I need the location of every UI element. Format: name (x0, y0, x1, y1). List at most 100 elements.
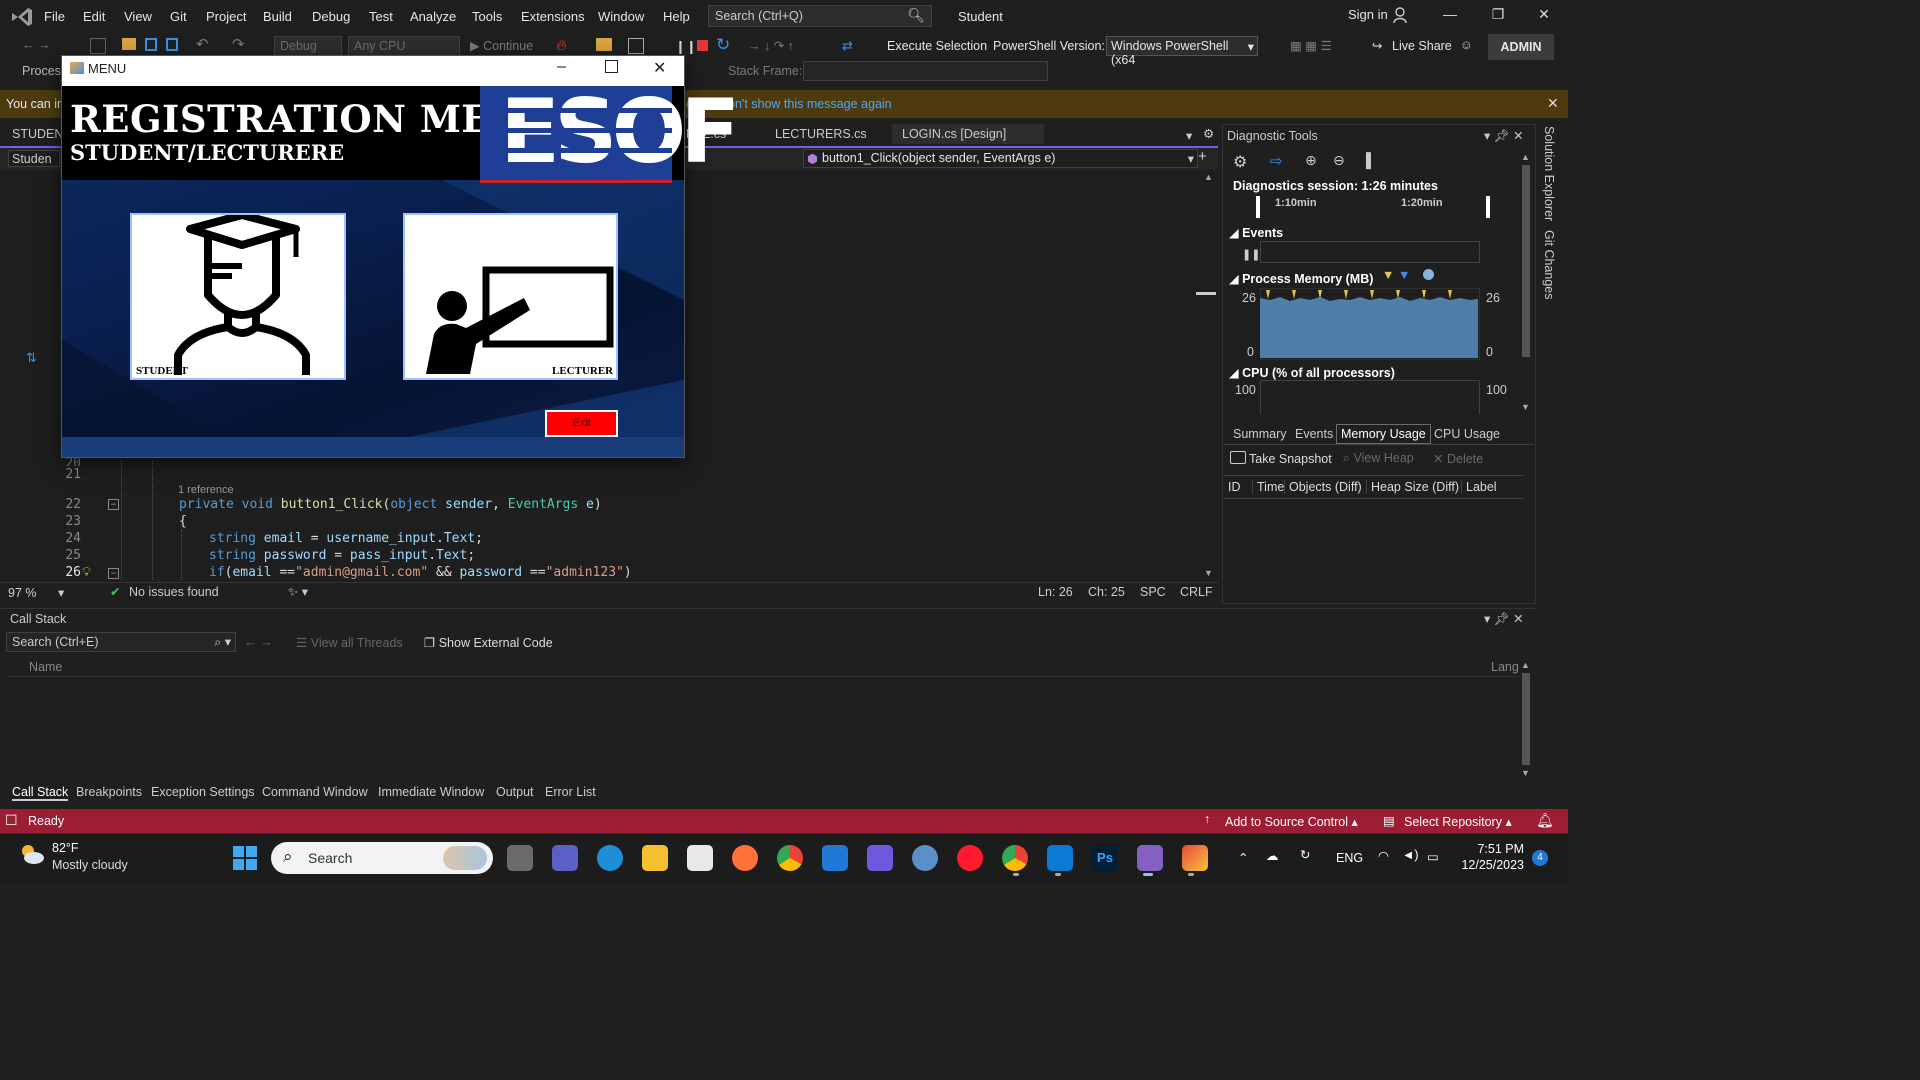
show-external-code-button[interactable]: ❐ Show External Code (424, 635, 553, 650)
column-lang[interactable]: Lang (1491, 660, 1519, 674)
column-time[interactable]: Time (1252, 480, 1284, 494)
tray-overflow-icon[interactable]: ⌃ (1238, 850, 1248, 865)
cpu-section-header[interactable]: ◢ CPU (% of all processors) (1229, 365, 1395, 380)
pause-icon[interactable]: ❚❚ (1242, 248, 1260, 261)
hot-reload-icon[interactable]: 🔥︎ (556, 37, 567, 54)
stop-icon[interactable] (697, 40, 708, 51)
menu-item-git[interactable]: Git (170, 9, 187, 24)
cpu-graph[interactable] (1260, 380, 1480, 414)
clock-time[interactable]: 7:51 PM (1468, 842, 1524, 856)
collapse-icon[interactable]: − (108, 499, 119, 510)
take-snapshot-button[interactable]: Take Snapshot (1249, 452, 1332, 466)
call-stack-search[interactable]: Search (Ctrl+E) ⌕ ▾ (6, 632, 236, 652)
view-all-threads-button[interactable]: ☰ View all Threads (296, 635, 403, 650)
restore-button[interactable]: ❐ (1484, 6, 1512, 28)
menu-item-project[interactable]: Project (206, 9, 246, 24)
form-close-button[interactable]: ✕ (653, 58, 666, 78)
windows-start-icon[interactable] (232, 845, 258, 871)
scroll-up-icon[interactable]: ▲ (1204, 172, 1213, 182)
search-input[interactable]: Search (Ctrl+Q) 🔍︎ (708, 5, 932, 27)
restart-icon[interactable]: ↻ (716, 35, 730, 55)
feedback-icon[interactable]: ☺ (1460, 38, 1473, 52)
delete-button[interactable]: ✕ Delete (1433, 451, 1483, 466)
events-section-header[interactable]: ◢ Events (1229, 225, 1283, 240)
opera-icon[interactable] (957, 845, 983, 871)
exit-button[interactable]: Exit (545, 410, 618, 437)
diag-scroll-down-icon[interactable]: ▼ (1521, 402, 1530, 412)
view-heap-button[interactable]: ⌕ View Heap (1343, 451, 1414, 466)
settings-gear-icon[interactable]: ⚙ (1233, 152, 1247, 172)
column-indicator[interactable]: Ch: 25 (1088, 585, 1125, 599)
no-issues-status[interactable]: No issues found (129, 585, 219, 599)
dont-show-again-link[interactable]: Don't show this message again (719, 97, 892, 111)
panel-options-icons[interactable]: ▾ 📌︎ ✕ (1484, 128, 1524, 144)
redo-icon[interactable]: ↷ (232, 35, 245, 53)
git-changes-tab[interactable]: Git Changes (1542, 230, 1556, 299)
notifications-icon[interactable]: 🔔︎ (1536, 812, 1554, 829)
taskbar-search[interactable]: ⌕ Search (271, 842, 493, 874)
scroll-thumb[interactable] (1196, 292, 1216, 295)
call-stack-scroll-thumb[interactable] (1522, 673, 1530, 765)
menu-item-file[interactable]: File (44, 9, 65, 24)
select-repository-button[interactable]: Select Repository ▴ (1404, 814, 1512, 829)
stack-frame-select[interactable] (803, 61, 1048, 81)
member-dropdown[interactable]: ⬢ button1_Click(object sender, EventArgs… (803, 149, 1198, 168)
save-icon[interactable] (145, 38, 157, 51)
menu-item-help[interactable]: Help (663, 9, 690, 24)
mail-icon[interactable] (822, 845, 848, 871)
close-window-button[interactable]: ✕ (1530, 6, 1558, 28)
reference-codelens[interactable]: 1 reference (178, 484, 234, 496)
sign-in-link[interactable]: Sign in (1348, 7, 1388, 22)
diag-scroll-thumb[interactable] (1522, 165, 1530, 357)
tab-call-stack[interactable]: Call Stack (12, 785, 69, 801)
tab-events[interactable]: Events (1291, 427, 1337, 441)
wifi-icon[interactable]: ◠ (1378, 848, 1389, 863)
clock-date[interactable]: 12/25/2023 (1460, 858, 1524, 872)
zoom-in-icon[interactable]: ⊕ (1305, 152, 1317, 169)
pause-icon[interactable]: ❙❙ (675, 39, 697, 55)
tab-memory-usage[interactable]: Memory Usage (1336, 424, 1431, 444)
column-id[interactable]: ID (1228, 480, 1241, 494)
project-dropdown[interactable]: Studen (8, 150, 60, 167)
teams-icon[interactable] (552, 845, 578, 871)
admin-badge[interactable]: ADMIN (1488, 34, 1554, 60)
running-app-icon[interactable] (1182, 845, 1208, 871)
onedrive-icon[interactable]: ☁ (1266, 848, 1279, 863)
account-icon[interactable] (1392, 6, 1410, 24)
notification-badge[interactable]: 4 (1532, 850, 1548, 866)
solution-explorer-tab[interactable]: Solution Explorer (1542, 126, 1556, 221)
network-app-icon[interactable] (912, 845, 938, 871)
powershell-version-select[interactable]: Windows PowerShell (x64 ▾ (1106, 36, 1258, 67)
column-name[interactable]: Name (29, 660, 62, 674)
battery-icon[interactable]: ▭ (1427, 849, 1439, 864)
sync-icon[interactable]: ↻ (1300, 847, 1310, 862)
screenshot-icon[interactable] (628, 38, 644, 54)
tab-overflow-icon[interactable]: ▾ (1186, 128, 1192, 143)
split-editor-icon[interactable]: + (1198, 148, 1207, 165)
menu-item-build[interactable]: Build (263, 9, 292, 24)
tab-error-list[interactable]: Error List (545, 785, 596, 799)
nav-arrows-icon[interactable]: ← → (244, 635, 272, 649)
menu-item-tools[interactable]: Tools (472, 9, 502, 24)
form-maximize-button[interactable] (605, 60, 618, 73)
editor-scrollbar[interactable] (1200, 172, 1214, 580)
line-indicator[interactable]: Ln: 26 (1038, 585, 1073, 599)
code-cleanup-icon[interactable]: ✨︎ ▾ (288, 584, 308, 600)
process-memory-header[interactable]: ◢ Process Memory (MB) (1229, 271, 1373, 286)
tab-login-design[interactable]: LOGIN.cs [Design] (892, 124, 1044, 144)
menu-item-edit[interactable]: Edit (83, 9, 105, 24)
tab-output[interactable]: Output (496, 785, 534, 799)
execute-selection-button[interactable]: Execute Selection (887, 39, 987, 53)
menu-item-extensions[interactable]: Extensions (521, 9, 585, 24)
tab-lecturers[interactable]: LECTURERS.cs (775, 127, 867, 141)
open-project-icon[interactable] (596, 38, 612, 51)
tab-breakpoints[interactable]: Breakpoints (76, 785, 142, 799)
language-indicator[interactable]: ENG (1336, 851, 1363, 865)
tab-cpu-usage[interactable]: CPU Usage (1430, 427, 1504, 441)
scroll-up-icon[interactable]: ▲ (1521, 660, 1530, 670)
continue-button[interactable]: ▶ Continue (470, 38, 533, 53)
close-infobar-icon[interactable]: ✕ (1547, 95, 1559, 112)
line-ending-indicator[interactable]: CRLF (1180, 585, 1213, 599)
media-player-icon[interactable] (867, 845, 893, 871)
select-tools-icon[interactable]: ⇨ (1270, 152, 1283, 170)
